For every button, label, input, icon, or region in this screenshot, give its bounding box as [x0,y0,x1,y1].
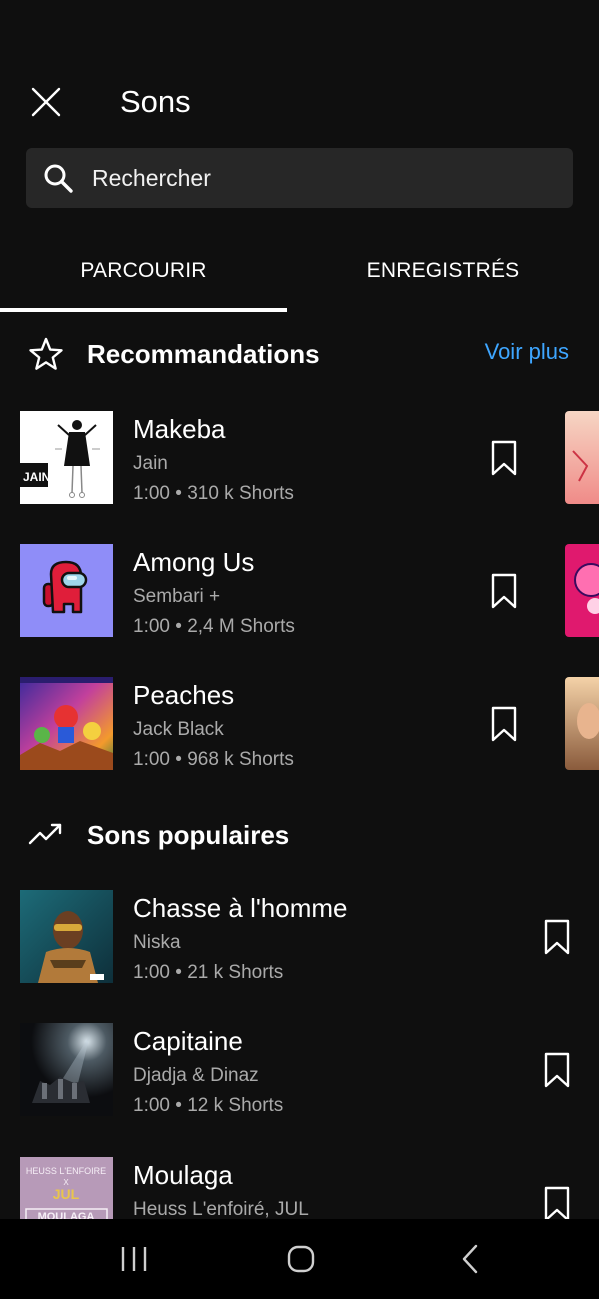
save-button[interactable] [489,705,519,743]
save-button[interactable] [542,918,572,956]
meta-separator: • [175,749,182,770]
album-art-chasse [20,890,113,983]
tab-indicator [0,308,287,312]
meta-separator: • [175,1095,182,1116]
popular-header: Sons populaires [0,813,599,857]
album-art-peaches [20,677,113,770]
track-shorts-count: 12 k Shorts [187,1095,284,1116]
track-title: Moulaga [133,1160,233,1190]
track-artist: Sembari + [133,586,221,607]
makeba-art-text: JAIN [23,470,50,484]
track-title: Capitaine [133,1026,243,1056]
back-icon [462,1244,478,1274]
list-item[interactable]: Chasse à l'homme Niska 1:00 • 21 k Short… [0,890,599,986]
header: Sons [0,70,599,134]
moulaga-art-jul: JUL [53,1186,80,1202]
track-title: Makeba [133,414,226,444]
bookmark-icon [491,440,517,476]
recent-apps-button[interactable] [114,1241,154,1277]
save-button[interactable] [542,1185,572,1223]
close-button[interactable] [26,82,66,122]
track-meta: 1:00 • 12 k Shorts [133,1094,283,1118]
meta-separator: • [175,962,182,983]
page-title: Sons [120,84,191,119]
trending-icon [28,823,62,845]
track-duration: 1:00 [133,962,170,983]
save-button[interactable] [489,439,519,477]
recommendations-header: Recommandations Voir plus [0,332,599,376]
list-item[interactable]: Peaches Jack Black 1:00 • 968 k Shorts [0,677,599,773]
home-icon [287,1245,315,1273]
list-item[interactable]: Among Us Sembari + 1:00 • 2,4 M Shorts [0,544,599,640]
next-column-preview [565,411,599,504]
system-nav-bar [0,1219,599,1299]
recommendations-title: Recommandations [87,339,320,369]
search-bar[interactable] [26,148,573,208]
track-duration: 1:00 [133,1095,170,1116]
bookmark-icon [544,1052,570,1088]
save-button[interactable] [542,1051,572,1089]
track-meta: 1:00 • 968 k Shorts [133,748,294,772]
next-column-preview [565,677,599,770]
star-icon [29,337,63,370]
track-duration: 1:00 [133,483,170,504]
save-button[interactable] [489,572,519,610]
tab-bar: PARCOURIR ENREGISTRÉS [0,232,599,312]
search-input[interactable] [92,148,552,208]
close-icon [31,87,61,117]
track-title: Chasse à l'homme [133,893,348,923]
track-meta: 1:00 • 310 k Shorts [133,482,294,506]
next-column-preview [565,544,599,637]
list-item[interactable]: JAIN Makeba Jain 1:00 • 310 k Shorts [0,411,599,507]
track-artist: Jain [133,453,168,474]
track-artist: Niska [133,932,181,953]
bookmark-icon [491,706,517,742]
sounds-page: Sons PARCOURIR ENREGISTRÉS Recommandatio… [0,0,599,1299]
meta-separator: • [175,483,182,504]
bookmark-icon [544,1186,570,1222]
bookmark-icon [491,573,517,609]
tab-saved[interactable]: ENREGISTRÉS [293,232,593,310]
meta-separator: • [175,616,182,637]
search-icon [44,164,73,193]
track-artist: Jack Black [133,719,224,740]
back-button[interactable] [450,1241,490,1277]
home-button[interactable] [281,1241,321,1277]
recent-apps-icon [121,1247,147,1271]
track-shorts-count: 310 k Shorts [187,483,294,504]
album-art-makeba: JAIN [20,411,113,504]
bookmark-icon [544,919,570,955]
see-more-link[interactable]: Voir plus [485,338,569,366]
track-meta: 1:00 • 2,4 M Shorts [133,615,295,639]
track-shorts-count: 21 k Shorts [187,962,284,983]
track-duration: 1:00 [133,749,170,770]
track-shorts-count: 968 k Shorts [187,749,294,770]
track-artist: Djadja & Dinaz [133,1065,259,1086]
popular-title: Sons populaires [87,820,290,850]
track-duration: 1:00 [133,616,170,637]
track-shorts-count: 2,4 M Shorts [187,616,295,637]
track-title: Peaches [133,680,235,710]
album-art-capitaine [20,1023,113,1116]
tab-browse[interactable]: PARCOURIR [0,232,287,310]
album-art-among-us [20,544,113,637]
list-item[interactable]: Capitaine Djadja & Dinaz 1:00 • 12 k Sho… [0,1023,599,1119]
track-title: Among Us [133,547,255,577]
track-meta: 1:00 • 21 k Shorts [133,961,283,985]
moulaga-art-top: HEUSS L'ENFOIRE [26,1166,106,1176]
